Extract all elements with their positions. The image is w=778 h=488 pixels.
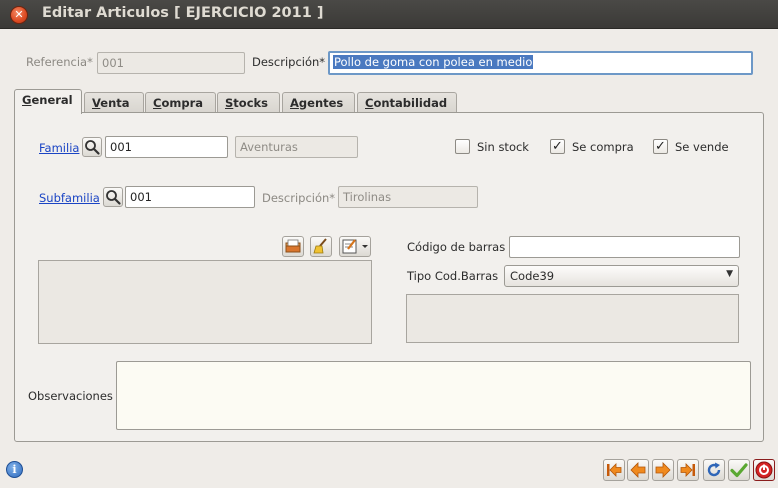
tipo-codbarras-select[interactable]: Code39 ▼	[504, 265, 739, 287]
tab-stocks[interactable]: Stocks	[217, 92, 280, 113]
image-area	[38, 260, 372, 344]
info-icon[interactable]: i	[6, 461, 23, 478]
cancel-icon	[755, 461, 773, 479]
edit-icon	[342, 239, 368, 254]
cancel-button[interactable]	[753, 459, 775, 481]
se-compra-checkbox[interactable]: ✓	[550, 139, 565, 154]
close-window-button[interactable]: ✕	[10, 6, 28, 24]
familia-link[interactable]: Familia	[39, 141, 79, 155]
familia-name-field: Aventuras	[235, 136, 358, 158]
observaciones-field[interactable]	[116, 361, 751, 430]
codigo-barras-field[interactable]	[509, 236, 740, 258]
codigo-barras-label: Código de barras	[407, 240, 506, 254]
sin-stock-checkbox[interactable]	[455, 139, 470, 154]
tipo-codbarras-label: Tipo Cod.Barras	[407, 269, 499, 283]
subfamilia-link[interactable]: Subfamilia	[39, 191, 100, 205]
refresh-button[interactable]	[703, 459, 725, 481]
window-title: Editar Articulos [ EJERCICIO 2011 ]	[42, 5, 324, 21]
tab-general[interactable]: General	[14, 89, 82, 114]
check-mark-icon: ✓	[552, 139, 563, 154]
subfamilia-code-field[interactable]: 001	[125, 186, 255, 208]
tab-contabilidad[interactable]: Contabilidad	[357, 92, 457, 113]
observaciones-label: Observaciones	[28, 389, 113, 403]
checkmark-icon	[730, 463, 748, 478]
search-icon	[106, 190, 121, 205]
sin-stock-label: Sin stock	[477, 140, 529, 154]
tab-venta[interactable]: Venta	[84, 92, 144, 113]
subfamilia-search-button[interactable]	[103, 187, 123, 207]
accept-button[interactable]	[728, 459, 750, 481]
check-mark-icon: ✓	[655, 139, 666, 154]
descripcion-selected-text: Pollo de goma con polea en medio	[333, 55, 534, 69]
se-vende-label: Se vende	[675, 140, 729, 154]
left-arrow-icon	[630, 462, 646, 478]
open-folder-icon	[285, 239, 301, 253]
broom-icon	[313, 238, 327, 254]
search-icon	[85, 140, 100, 155]
last-arrow-icon	[680, 463, 695, 477]
descripcion-label: Descripción*	[252, 55, 326, 69]
tab-compra[interactable]: Compra	[145, 92, 216, 113]
clear-image-button[interactable]	[310, 236, 332, 257]
title-bar: ✕ Editar Articulos [ EJERCICIO 2011 ]	[0, 0, 778, 29]
barcode-preview	[406, 294, 739, 343]
tab-agentes[interactable]: Agentes	[282, 92, 355, 113]
first-record-button[interactable]	[603, 459, 625, 481]
tipo-codbarras-value: Code39	[510, 269, 555, 283]
refresh-icon	[707, 462, 721, 477]
subfamilia-descripcion-label: Descripción*	[262, 191, 336, 205]
last-record-button[interactable]	[677, 459, 699, 481]
se-compra-label: Se compra	[572, 140, 634, 154]
se-vende-checkbox[interactable]: ✓	[653, 139, 668, 154]
descripcion-field[interactable]: Pollo de goma con polea en medio	[328, 51, 753, 75]
familia-code-field[interactable]: 001	[105, 136, 228, 158]
subfamilia-descripcion-field: Tirolinas	[338, 186, 478, 208]
open-image-button[interactable]	[282, 236, 304, 257]
right-arrow-icon	[655, 462, 671, 478]
familia-search-button[interactable]	[82, 137, 102, 157]
first-arrow-icon	[607, 463, 622, 477]
previous-record-button[interactable]	[627, 459, 649, 481]
edit-image-menu-button[interactable]	[339, 236, 371, 257]
chevron-down-icon: ▼	[726, 269, 733, 279]
referencia-field[interactable]: 001	[97, 52, 245, 74]
referencia-label: Referencia*	[26, 55, 93, 69]
next-record-button[interactable]	[652, 459, 674, 481]
